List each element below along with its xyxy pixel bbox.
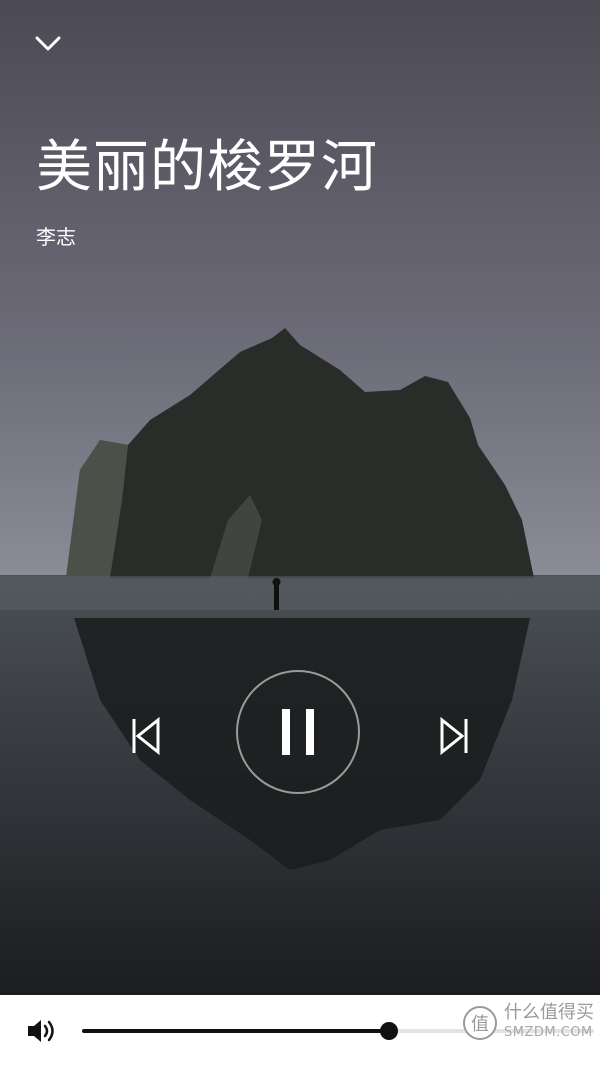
playback-controls (0, 670, 600, 800)
pause-button[interactable] (236, 670, 360, 794)
volume-bar: 值 什么值得买 SMZDM.COM (0, 995, 600, 1067)
svg-text:值: 值 (471, 1014, 489, 1035)
speaker-icon[interactable] (26, 1017, 58, 1045)
watermark-logo-icon: 值 (463, 1006, 497, 1040)
pause-icon (282, 709, 314, 755)
volume-slider-thumb[interactable] (380, 1022, 399, 1040)
watermark-text-cn: 什么值得买 (504, 1002, 594, 1023)
volume-slider-fill (82, 1029, 390, 1033)
collapse-button[interactable] (24, 24, 72, 64)
song-title: 美丽的梭罗河 (36, 135, 378, 200)
watermark-text-en: SMZDM.COM (504, 1025, 593, 1040)
skip-next-icon (440, 717, 468, 755)
watermark: 值 什么值得买 SMZDM.COM (462, 1003, 594, 1043)
next-button[interactable] (428, 710, 480, 762)
skip-previous-icon (132, 717, 160, 755)
chevron-down-icon (35, 36, 61, 51)
player-screen: 美丽的梭罗河 李志 值 什么值得买 SMZDM.COM (0, 0, 600, 1067)
previous-button[interactable] (120, 710, 172, 762)
artist-name: 李志 (36, 225, 76, 249)
